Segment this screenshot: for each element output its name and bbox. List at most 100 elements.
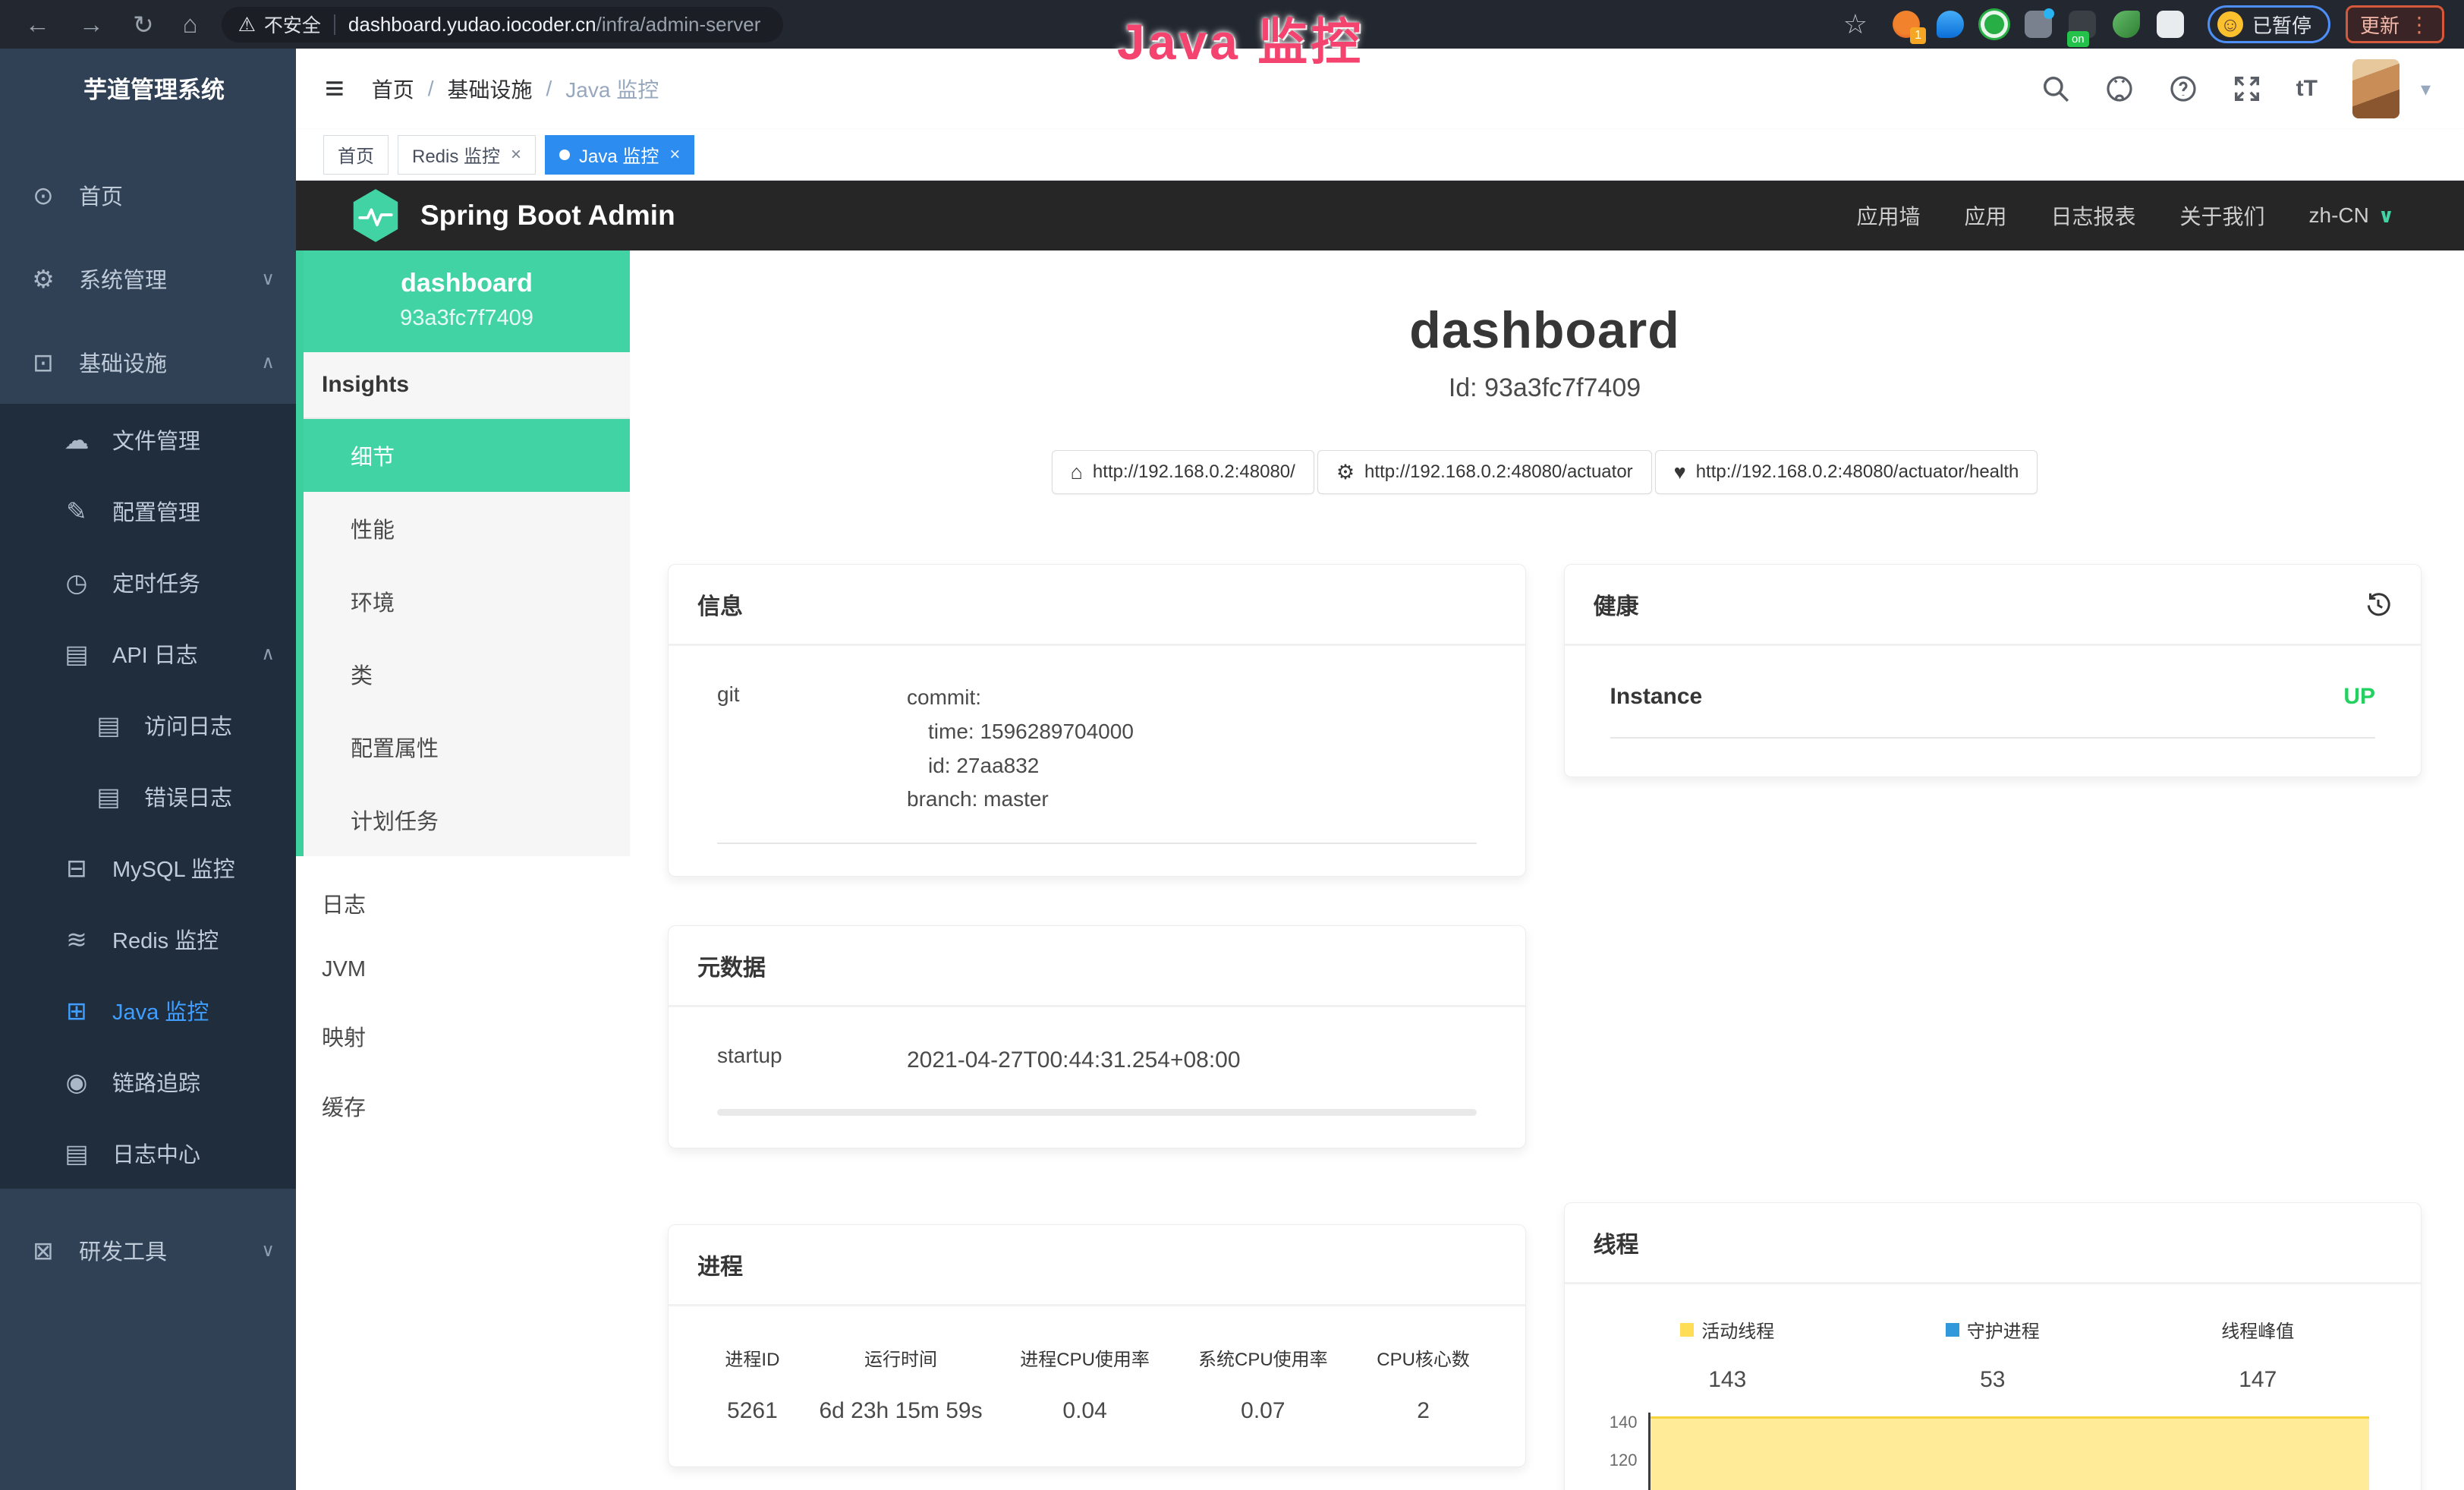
tab-java-monitor[interactable]: Java 监控 × [545, 135, 694, 175]
sba-sidebar: dashboard 93a3fc7f7409 Insights 细节 性能 环境… [296, 250, 630, 1490]
sidebar-item-file-manage[interactable]: ☁ 文件管理 [0, 404, 296, 475]
sidebar-item-config-manage[interactable]: ✎ 配置管理 [0, 475, 296, 547]
access-log-icon: ▤ [91, 710, 126, 740]
sba-link-about[interactable]: 关于我们 [2180, 200, 2265, 231]
url-host[interactable]: dashboard.yudao.iocoder.cn [348, 13, 596, 36]
scheduled-job-icon: ◷ [59, 568, 94, 597]
sba-link-wallboard[interactable]: 应用墙 [1856, 200, 1920, 231]
tab-redis-monitor[interactable]: Redis 监控 × [398, 135, 536, 175]
browser-menu-kebab-icon[interactable]: ⋮ [2409, 12, 2430, 37]
actuator-url-button[interactable]: ⚙ http://192.168.0.2:48080/actuator [1317, 450, 1652, 494]
legend-item-live: 活动线程 143 [1595, 1316, 1861, 1393]
sidebar-item-dev-tools[interactable]: ⊠ 研发工具 ∨ [0, 1208, 296, 1292]
sidebar-item-home[interactable]: ⊙ 首页 [0, 153, 296, 237]
browser-update-button[interactable]: 更新 ⋮ [2346, 5, 2444, 43]
app-logo[interactable]: 芋道管理系统 [0, 49, 296, 126]
sba-link-journal[interactable]: 日志报表 [2051, 200, 2136, 231]
history-icon[interactable] [2365, 591, 2392, 618]
chevron-down-icon: ∨ [2378, 204, 2394, 228]
breadcrumb-item-infrastructure[interactable]: 基础设施 [447, 74, 532, 104]
ext-green-circle-icon[interactable] [1981, 11, 2008, 38]
metadata-panel-header: 元数据 [669, 926, 1525, 1007]
search-icon[interactable] [2041, 74, 2070, 103]
panel-title: 线程 [1594, 1226, 1639, 1259]
panels-left-column: 信息 git commit: time: 1596289704000 [668, 564, 1526, 1467]
sba-item-scheduled-tasks[interactable]: 计划任务 [304, 783, 630, 856]
ext-leaf-icon[interactable] [2113, 11, 2140, 38]
cell-value: 6d 23h 15m 59s [806, 1398, 996, 1424]
extensions-puzzle-icon[interactable] [2157, 11, 2184, 38]
service-url: http://192.168.0.2:48080/ [1093, 461, 1295, 483]
cell-value: 5261 [699, 1398, 806, 1424]
not-secure-label[interactable]: 不安全 [264, 11, 321, 38]
close-icon[interactable]: × [669, 144, 680, 165]
sba-link-applications[interactable]: 应用 [1964, 200, 2006, 231]
not-secure-warning-icon[interactable]: ⚠ [238, 13, 256, 36]
legend-blue-swatch-icon [1946, 1323, 1959, 1337]
avatar-caret-down-icon[interactable]: ▾ [2421, 77, 2431, 101]
ext-switch-icon[interactable]: on [2069, 11, 2096, 38]
sba-item-mappings[interactable]: 映射 [296, 1001, 630, 1071]
forward-icon[interactable]: → [79, 10, 104, 39]
sidebar-item-infrastructure[interactable]: ⊡ 基础设施 ∧ [0, 320, 296, 404]
sidebar-item-system-manage[interactable]: ⚙ 系统管理 ∨ [0, 237, 296, 320]
browser-home-icon[interactable]: ⌂ [183, 10, 198, 39]
gear-icon: ⚙ [26, 264, 61, 294]
y-tick: 140 [1610, 1413, 1638, 1432]
fullscreen-icon[interactable] [2233, 74, 2261, 103]
log-center-icon: ▤ [59, 1139, 94, 1168]
bookmark-star-icon[interactable]: ☆ [1843, 8, 1868, 40]
github-icon[interactable] [2105, 74, 2134, 103]
sidebar-item-label: Redis 监控 [112, 923, 219, 955]
sidebar-item-access-log[interactable]: ▤ 访问日志 [0, 689, 296, 761]
paused-profile-pill[interactable]: ☺ 已暂停 [2208, 5, 2330, 43]
font-size-icon[interactable]: tT [2296, 76, 2318, 102]
legend-label: 活动线程 [1701, 1316, 1774, 1343]
legend-item-daemon: 守护进程 53 [1860, 1316, 2126, 1393]
sidebar-item-label: 研发工具 [79, 1234, 167, 1266]
threads-panel-header: 线程 [1565, 1203, 2422, 1284]
sba-item-details[interactable]: 细节 [304, 419, 630, 492]
sba-item-environment[interactable]: 环境 [304, 565, 630, 638]
sba-item-metrics[interactable]: 性能 [304, 492, 630, 565]
sba-item-caches[interactable]: 缓存 [296, 1071, 630, 1141]
help-icon[interactable] [2169, 74, 2198, 103]
info-value: commit: time: 1596289704000 id: 27aa832 … [907, 681, 1134, 817]
sba-item-jvm[interactable]: JVM [296, 938, 630, 1001]
sidebar-item-redis-monitor[interactable]: ≋ Redis 监控 [0, 903, 296, 975]
sba-item-config-props[interactable]: 配置属性 [304, 710, 630, 783]
sba-brand[interactable]: Spring Boot Admin [351, 187, 675, 244]
ext-pin-icon[interactable] [1937, 11, 1964, 38]
horizontal-scrollbar[interactable] [717, 1109, 1477, 1116]
locale-selector[interactable]: zh-CN ∨ [2309, 203, 2394, 228]
sidebar-item-scheduled-job[interactable]: ◷ 定时任务 [0, 547, 296, 618]
sidebar-fold-icon[interactable]: ≡ [325, 70, 345, 108]
table-row[interactable]: Instance UP [1610, 684, 2376, 739]
tab-home[interactable]: 首页 [323, 135, 389, 175]
sba-item-classes[interactable]: 类 [304, 638, 630, 710]
ext-grid-icon[interactable] [2025, 11, 2052, 38]
panels-right-column: 健康 Instance UP [1564, 564, 2422, 1490]
process-panel-body: 进程ID 运行时间 进程CPU使用率 系统CPU使用率 CPU核心数 5261 … [669, 1306, 1525, 1466]
sidebar-item-trace[interactable]: ◉ 链路追踪 [0, 1046, 296, 1117]
sidebar-item-log-center[interactable]: ▤ 日志中心 [0, 1117, 296, 1189]
locale-label: zh-CN [2309, 203, 2369, 228]
back-icon[interactable]: ← [25, 10, 50, 39]
actuator-url: http://192.168.0.2:48080/actuator [1364, 461, 1633, 483]
breadcrumb-item-home[interactable]: 首页 [372, 74, 414, 104]
ext-orange-icon[interactable]: 1 [1893, 11, 1920, 38]
sidebar-item-api-log[interactable]: ▤ API 日志 ∧ [0, 618, 296, 689]
sidebar-item-java-monitor[interactable]: ⊞ Java 监控 [0, 975, 296, 1046]
health-url-button[interactable]: ♥ http://192.168.0.2:48080/actuator/heal… [1655, 450, 2038, 494]
sidebar-item-mysql-monitor[interactable]: ⊟ MySQL 监控 [0, 832, 296, 903]
column-header: 进程CPU使用率 [996, 1344, 1174, 1371]
sidebar-item-error-log[interactable]: ▤ 错误日志 [0, 761, 296, 832]
address-bar[interactable]: ⚠ 不安全 dashboard.yudao.iocoder.cn /infra/… [222, 7, 784, 43]
user-avatar[interactable] [2352, 59, 2399, 118]
reload-icon[interactable]: ↻ [133, 10, 154, 39]
close-icon[interactable]: × [511, 144, 521, 165]
url-path[interactable]: /infra/admin-server [596, 13, 761, 36]
sba-item-logs[interactable]: 日志 [296, 868, 630, 938]
sba-instance-header[interactable]: dashboard 93a3fc7f7409 [304, 250, 630, 352]
service-url-button[interactable]: ⌂ http://192.168.0.2:48080/ [1052, 450, 1314, 494]
